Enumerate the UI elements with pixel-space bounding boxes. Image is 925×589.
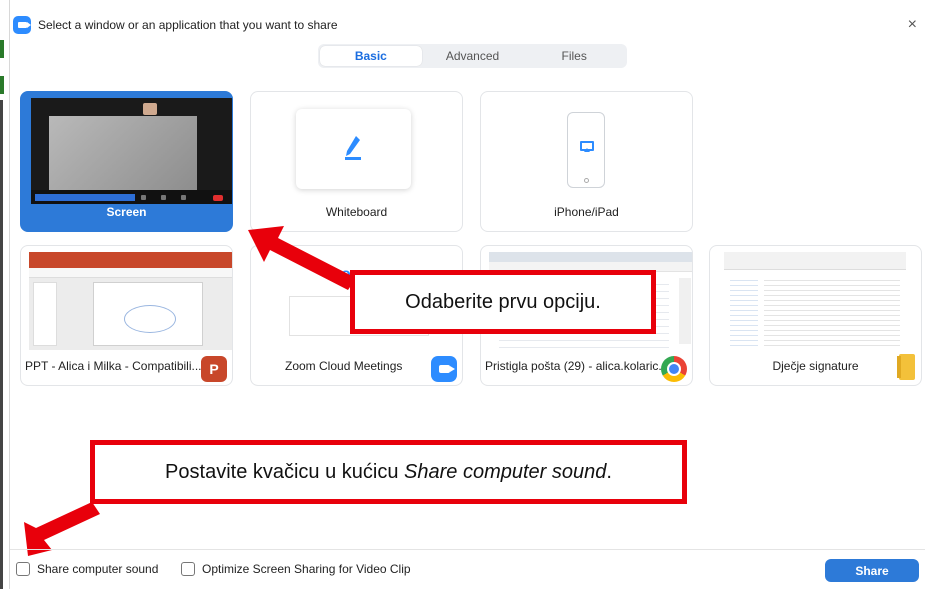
chrome-icon	[661, 356, 687, 382]
footer-divider	[10, 549, 925, 550]
powerpoint-icon: P	[201, 356, 227, 382]
share-option-whiteboard[interactable]: Whiteboard	[250, 91, 463, 232]
background-window-marker	[0, 40, 4, 58]
callout-share-sound-text: Postavite kvačicu u kućicu Share compute…	[165, 460, 612, 483]
callout-first-option: Odaberite prvu opciju.	[350, 270, 656, 334]
share-tabs: Basic Advanced Files	[318, 44, 627, 68]
window-tile-powerpoint[interactable]: PPT - Alica i Milka - Compatibili... P	[20, 245, 233, 386]
callout-share-sound: Postavite kvačicu u kućicu Share compute…	[90, 440, 687, 504]
background-window-edge	[0, 0, 10, 589]
optimize-video-checkbox[interactable]	[181, 562, 195, 576]
airplay-icon	[580, 141, 594, 152]
screen-preview	[31, 98, 232, 204]
dialog-titlebar: Select a window or an application that y…	[10, 14, 925, 36]
optimize-video-label: Optimize Screen Sharing for Video Clip	[202, 562, 411, 576]
close-icon[interactable]: ×	[908, 14, 917, 36]
tab-files[interactable]: Files	[523, 46, 625, 66]
whiteboard-preview	[296, 109, 411, 189]
background-window-border	[0, 100, 3, 589]
zoom-icon	[431, 356, 457, 382]
folder-icon	[894, 354, 920, 380]
window-label: PPT - Alica i Milka - Compatibili...	[25, 359, 202, 373]
window-preview	[29, 252, 232, 350]
zoom-logo-icon	[13, 16, 31, 34]
red-arrow-to-checkbox-icon	[24, 502, 100, 556]
share-option-label: Screen	[106, 205, 147, 219]
red-arrow-to-screen-icon	[248, 226, 356, 290]
window-preview	[724, 252, 906, 350]
dialog-title: Select a window or an application that y…	[38, 18, 338, 32]
tab-advanced[interactable]: Advanced	[422, 46, 524, 66]
share-option-label: iPhone/iPad	[554, 205, 619, 219]
callout-first-option-text: Odaberite prvu opciju.	[405, 290, 601, 313]
window-label: Dječje signature	[772, 359, 859, 373]
background-window-marker	[0, 76, 4, 94]
share-computer-sound-option[interactable]: Share computer sound	[16, 562, 158, 576]
optimize-video-option[interactable]: Optimize Screen Sharing for Video Clip	[181, 562, 411, 576]
phone-preview	[567, 112, 605, 188]
share-option-iphone-ipad[interactable]: iPhone/iPad	[480, 91, 693, 232]
share-computer-sound-checkbox[interactable]	[16, 562, 30, 576]
window-label: Pristigla pošta (29) - alica.kolaric...	[485, 359, 669, 373]
window-tile-folder[interactable]: Dječje signature	[709, 245, 922, 386]
pencil-icon	[345, 136, 361, 160]
share-computer-sound-label: Share computer sound	[37, 562, 159, 576]
share-button[interactable]: Share	[825, 559, 919, 582]
share-option-screen[interactable]: Screen	[20, 91, 233, 232]
tab-basic[interactable]: Basic	[320, 46, 422, 66]
